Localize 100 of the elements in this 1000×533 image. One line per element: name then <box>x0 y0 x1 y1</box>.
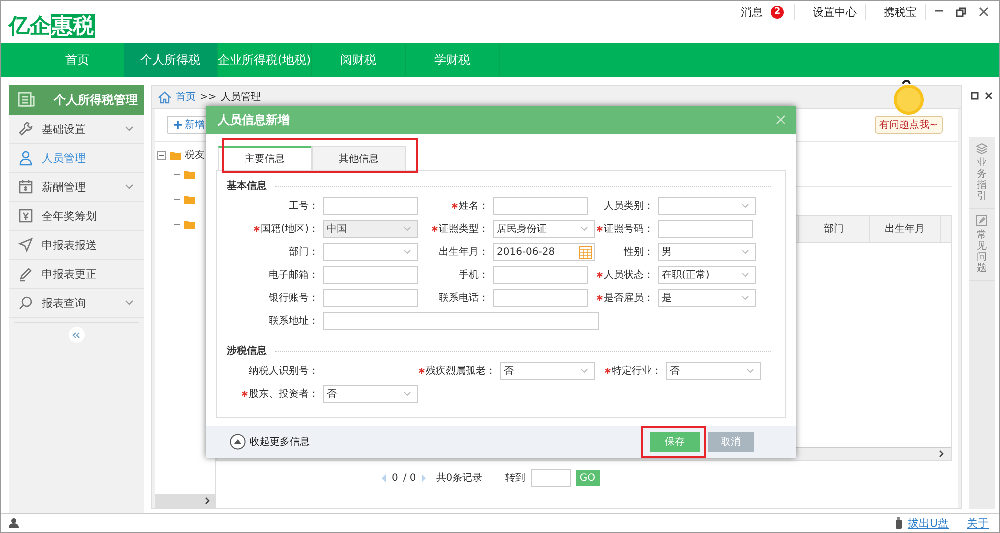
calendar-icon <box>18 179 34 195</box>
field-label: 银行账号： <box>269 292 319 305</box>
folder-icon[interactable] <box>184 195 195 204</box>
date-field[interactable]: 2016-06-28 <box>493 243 595 261</box>
field-label: 证照号码： <box>604 223 654 236</box>
field-label: 纳税人识别号： <box>249 364 319 378</box>
field-label: 联系地址： <box>269 314 319 328</box>
caret-icon <box>742 250 749 254</box>
header-link[interactable]: 设置中心 <box>795 4 865 20</box>
close-icon[interactable] <box>979 7 989 17</box>
field-label: 部门： <box>289 246 319 259</box>
field-label: 手机： <box>459 268 489 282</box>
sidebar-item[interactable]: 薪酬管理 <box>9 173 144 202</box>
field-label: 性别： <box>624 246 654 259</box>
home-icon[interactable] <box>158 90 172 104</box>
person-icon <box>9 518 19 528</box>
maximize-icon[interactable] <box>971 92 979 100</box>
folder-icon[interactable] <box>184 170 195 179</box>
header-link[interactable]: 消息 <box>723 4 771 20</box>
input-field[interactable] <box>323 197 418 215</box>
folder-icon <box>170 150 181 160</box>
logo: 亿企惠税 <box>9 14 95 38</box>
newspaper-icon <box>18 92 36 108</box>
collapse-button[interactable]: 收起更多信息 <box>230 434 310 450</box>
collapse-sidebar-button[interactable] <box>68 327 84 343</box>
dropdown[interactable] <box>658 197 756 215</box>
breadcrumb-link[interactable]: 首页 <box>176 90 196 104</box>
field-label: 电子邮箱： <box>269 268 319 282</box>
tab[interactable]: 主要信息 <box>218 146 312 170</box>
input-field[interactable] <box>323 266 418 284</box>
caret-icon <box>747 369 754 373</box>
field-label: 人员状态： <box>604 268 654 282</box>
previous-page-icon[interactable] <box>381 474 387 482</box>
sidebar-item[interactable]: 报表查询 <box>9 289 144 318</box>
help-bubble[interactable]: 有问题点我~ <box>874 116 943 134</box>
plus-icon <box>174 121 182 129</box>
input-field[interactable] <box>658 220 753 238</box>
sidebar-item[interactable]: 申报表报送 <box>9 231 144 260</box>
dropdown[interactable]: 否 <box>500 362 595 380</box>
field-label: 残疾烈属孤老： <box>426 364 496 378</box>
page-input[interactable] <box>530 469 571 487</box>
dropdown[interactable]: 居民身份证 <box>493 220 595 238</box>
input-field[interactable] <box>323 312 599 330</box>
paper-plane-icon <box>18 237 34 253</box>
input-field[interactable] <box>493 266 588 284</box>
dialog-title: 人员信息新增 <box>218 112 290 128</box>
collapse-icon[interactable] <box>157 150 166 160</box>
page-number: 0 <box>392 472 398 484</box>
input-field[interactable] <box>493 197 588 215</box>
dropdown[interactable]: 否 <box>666 362 761 380</box>
usb-drive-icon <box>896 517 902 529</box>
scrollbar[interactable] <box>155 494 215 508</box>
status-link[interactable]: 拔出U盘 <box>908 516 949 530</box>
wrench-icon <box>18 121 34 137</box>
pencil-icon <box>18 266 34 282</box>
restore-icon[interactable] <box>956 6 967 18</box>
chevron-up-icon <box>230 434 246 450</box>
field-label: 国籍(地区)： <box>261 222 319 236</box>
calendar-icon[interactable] <box>579 246 592 258</box>
chevron-right-icon[interactable] <box>205 497 211 505</box>
sidebar-item[interactable]: 基础设置 <box>9 115 144 144</box>
header-link[interactable]: 携税宝 <box>866 4 925 20</box>
breadcrumb-current: 人员管理 <box>220 91 261 104</box>
dropdown[interactable]: 否 <box>323 385 418 403</box>
field-label: 特定行业： <box>612 364 662 378</box>
field-label: 出生年月： <box>439 246 489 259</box>
field-label: 是否雇员： <box>604 292 654 305</box>
record-count: 共0条记录 <box>436 472 483 485</box>
field-label: 联系电话： <box>439 292 489 305</box>
caret-icon <box>581 369 588 373</box>
dropdown[interactable]: 是 <box>658 289 756 307</box>
nav-tab[interactable]: 个人所得税 <box>124 43 218 77</box>
column-header[interactable]: 出生年月 <box>869 216 940 242</box>
next-page-icon[interactable] <box>421 474 428 482</box>
column-header[interactable]: 部门 <box>798 216 869 242</box>
tree-item[interactable]: 税友 <box>185 148 205 162</box>
edit-icon <box>976 215 988 227</box>
folder-icon[interactable] <box>184 220 195 229</box>
caret-icon <box>404 227 411 231</box>
caret-icon <box>404 250 411 254</box>
page-total: / 0 <box>403 472 416 484</box>
sidebar-item[interactable]: 全年奖筹划 <box>9 202 144 231</box>
dropdown[interactable]: 在职(正常) <box>658 266 756 284</box>
dropdown[interactable] <box>323 243 418 261</box>
caret-icon <box>742 296 749 300</box>
tab[interactable]: 其他信息 <box>312 146 406 170</box>
search-icon <box>18 295 34 311</box>
yen-icon <box>18 208 34 224</box>
status-link[interactable]: 关于 <box>967 516 989 530</box>
sidebar-title: 个人所得税管理 <box>54 92 138 108</box>
dropdown[interactable]: 男 <box>658 243 756 261</box>
field-label: 证照类型： <box>439 222 489 236</box>
input-field[interactable] <box>323 289 418 307</box>
goto-label: 转到 <box>506 472 526 485</box>
close-icon[interactable] <box>985 92 993 100</box>
input-field[interactable] <box>493 289 588 307</box>
field-label: 人员类别： <box>604 200 654 213</box>
sidebar-item[interactable]: 申报表更正 <box>9 260 144 289</box>
chevron-right-icon[interactable] <box>939 450 945 458</box>
notification-badge: 2 <box>771 6 784 18</box>
